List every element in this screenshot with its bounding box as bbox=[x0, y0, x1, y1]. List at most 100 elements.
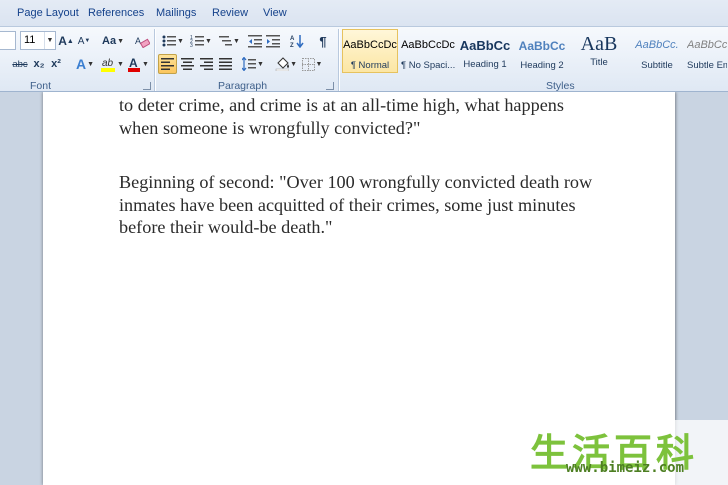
tab-mailings[interactable]: Mailings bbox=[156, 7, 196, 19]
svg-text:Z: Z bbox=[290, 43, 294, 48]
style-sample: AaBbCcDc bbox=[401, 39, 455, 51]
chevron-down-icon: ▼ bbox=[290, 60, 297, 68]
justify-icon bbox=[218, 58, 232, 70]
style-subtitle[interactable]: AaBbCc. Subtitle bbox=[629, 29, 685, 73]
chevron-down-icon: ▼ bbox=[205, 37, 212, 45]
bullets-button[interactable]: ▼ bbox=[160, 31, 186, 51]
chevron-down-icon: ▼ bbox=[117, 60, 124, 68]
paint-bucket-icon bbox=[275, 57, 290, 71]
up-arrow-icon: ▲ bbox=[66, 37, 74, 45]
chevron-down-icon: ▼ bbox=[177, 37, 184, 45]
style-normal[interactable]: AaBbCcDc ¶ Normal bbox=[342, 29, 398, 73]
shading-button[interactable]: ▼ bbox=[274, 54, 298, 74]
tab-page-layout[interactable]: Page Layout bbox=[17, 7, 79, 19]
style-name: Subtitle bbox=[641, 60, 673, 71]
show-hide-marks-button[interactable]: ¶ bbox=[314, 31, 332, 51]
align-center-button[interactable] bbox=[178, 54, 196, 74]
borders-button[interactable]: ▼ bbox=[300, 54, 324, 74]
tab-view[interactable]: View bbox=[263, 7, 287, 19]
sort-button[interactable]: AZ bbox=[288, 31, 306, 51]
ribbon-tabs: Page Layout References Mailings Review V… bbox=[0, 0, 728, 26]
decrease-indent-button[interactable] bbox=[246, 31, 264, 51]
subscript-icon: x₂ bbox=[33, 58, 45, 70]
svg-text:A: A bbox=[129, 56, 138, 70]
style-name: Subtle Em bbox=[687, 60, 727, 71]
change-case-button[interactable]: Aa ▼ bbox=[101, 31, 125, 51]
text-effects-button[interactable]: A ▼ bbox=[73, 54, 97, 74]
tab-references[interactable]: References bbox=[88, 7, 144, 19]
font-group-label: Font bbox=[30, 80, 52, 92]
borders-icon bbox=[301, 57, 315, 71]
font-color-button[interactable]: A ▼ bbox=[126, 54, 150, 74]
style-sample: AaBbCc bbox=[459, 38, 511, 53]
style-sample: AaBbCc. bbox=[635, 39, 679, 51]
ribbon: 11 ▼ A ▲ A ▼ Aa ▼ A abc x₂ x² A ▼ ab ▼ A ▼ Fon… bbox=[0, 26, 728, 92]
font-name-combo[interactable] bbox=[0, 31, 16, 50]
font-dialog-launcher-icon[interactable] bbox=[143, 82, 151, 90]
chevron-down-icon: ▼ bbox=[315, 60, 323, 68]
tab-review[interactable]: Review bbox=[212, 7, 248, 19]
clear-formatting-button[interactable]: A bbox=[132, 31, 152, 51]
style-sample: AaBbCcl bbox=[687, 39, 727, 51]
style-no-spacing[interactable]: AaBbCcDc ¶ No Spaci... bbox=[400, 29, 456, 73]
svg-text:A: A bbox=[290, 36, 295, 42]
group-divider bbox=[154, 29, 155, 91]
line-spacing-icon bbox=[242, 57, 257, 71]
increase-indent-icon bbox=[266, 35, 280, 48]
svg-text:ab: ab bbox=[102, 58, 114, 69]
paragraph-first: to deter crime, and crime is at an all-t… bbox=[119, 95, 564, 138]
strikethrough-button[interactable]: abc bbox=[10, 54, 30, 74]
chevron-down-icon: ▼ bbox=[142, 60, 149, 68]
numbering-button[interactable]: 1 2 3 ▼ bbox=[188, 31, 214, 51]
highlight-color-button[interactable]: ab ▼ bbox=[99, 54, 125, 74]
styles-group-label: Styles bbox=[546, 80, 575, 92]
paragraph-group-label: Paragraph bbox=[218, 80, 268, 92]
align-center-icon bbox=[180, 58, 194, 70]
shrink-font-icon: A bbox=[77, 35, 85, 47]
grow-font-icon: A bbox=[58, 34, 67, 48]
style-sample: AaB bbox=[580, 33, 618, 55]
style-name: Heading 1 bbox=[463, 59, 507, 70]
style-heading-2[interactable]: AaBbCc Heading 2 bbox=[514, 29, 570, 73]
align-left-button[interactable] bbox=[158, 54, 177, 74]
superscript-icon: x² bbox=[51, 58, 61, 70]
svg-text:A: A bbox=[135, 36, 141, 46]
chevron-down-icon: ▼ bbox=[257, 60, 264, 68]
multilevel-list-button[interactable]: ▼ bbox=[216, 31, 242, 51]
increase-indent-button[interactable] bbox=[264, 31, 282, 51]
group-divider bbox=[338, 29, 339, 91]
shrink-font-button[interactable]: A ▼ bbox=[76, 31, 92, 51]
subscript-button[interactable]: x₂ bbox=[31, 54, 47, 74]
paragraph-dialog-launcher-icon[interactable] bbox=[326, 82, 334, 90]
paragraph-second: Beginning of second: "Over 100 wrongfull… bbox=[119, 172, 593, 237]
chevron-down-icon: ▼ bbox=[233, 37, 240, 45]
style-subtle-emphasis[interactable]: AaBbCcl Subtle Em bbox=[686, 29, 728, 73]
style-name: Title bbox=[590, 57, 608, 68]
style-sample: AaBbCc bbox=[518, 39, 566, 53]
line-spacing-button[interactable]: ▼ bbox=[240, 54, 266, 74]
sort-icon: AZ bbox=[290, 35, 304, 48]
pilcrow-icon: ¶ bbox=[319, 33, 327, 49]
chevron-down-icon: ▼ bbox=[117, 37, 124, 45]
superscript-button[interactable]: x² bbox=[48, 54, 64, 74]
style-name: ¶ Normal bbox=[350, 60, 390, 71]
numbering-icon: 123 bbox=[190, 35, 205, 48]
font-size-combo[interactable]: 11 ▼ bbox=[20, 31, 56, 50]
watermark-url: www.bimeiz.com bbox=[566, 460, 685, 476]
font-color-icon: A bbox=[128, 56, 141, 72]
text-effects-icon: A bbox=[75, 56, 87, 72]
style-heading-1[interactable]: AaBbCc Heading 1 bbox=[457, 29, 513, 73]
align-right-button[interactable] bbox=[197, 54, 215, 74]
strikethrough-icon: abc bbox=[12, 58, 28, 70]
style-title[interactable]: AaB Title bbox=[571, 29, 627, 73]
highlighter-icon: ab bbox=[101, 58, 116, 72]
grow-font-button[interactable]: A ▲ bbox=[58, 31, 74, 51]
chevron-down-icon: ▼ bbox=[44, 32, 55, 49]
down-arrow-icon: ▼ bbox=[84, 38, 91, 44]
change-case-icon: Aa bbox=[102, 35, 117, 47]
justify-button[interactable] bbox=[216, 54, 234, 74]
font-size-value: 11 bbox=[24, 34, 36, 46]
align-right-icon bbox=[199, 58, 213, 70]
align-left-icon bbox=[161, 58, 174, 70]
bullets-icon bbox=[162, 35, 177, 47]
